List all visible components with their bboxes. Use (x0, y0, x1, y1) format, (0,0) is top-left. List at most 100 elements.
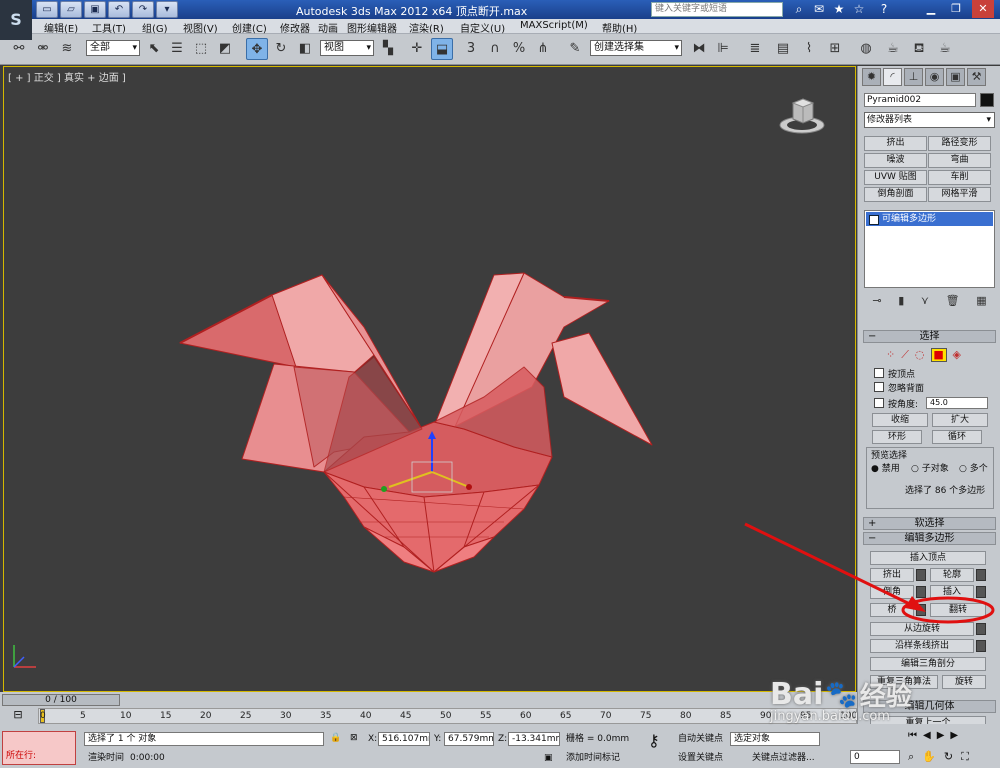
select-by-name-icon[interactable]: ☰ (166, 38, 188, 60)
remove-modifier-icon[interactable]: 🗑 (946, 294, 960, 308)
maximize-viewport-icon[interactable]: ⛶ (961, 750, 969, 764)
binoculars-icon[interactable]: ⌕ (790, 1, 808, 18)
select-and-scale-icon[interactable]: ◧ (294, 38, 316, 60)
outline-button[interactable]: 轮廓 (930, 568, 974, 582)
next-frame-icon[interactable]: ▶ (950, 730, 958, 741)
menu-rendering[interactable]: 渲染(R) (409, 20, 444, 35)
favorites-icon[interactable]: ☆ (850, 1, 868, 18)
preview-disabled-radio[interactable]: ● 禁用 (871, 461, 900, 474)
add-time-tag-button[interactable]: 添加时间标记 (566, 752, 620, 764)
pin-stack-icon[interactable]: ⊸ (872, 294, 881, 308)
element-level-icon[interactable]: ◈ (953, 348, 961, 362)
undo-icon[interactable]: ↶ (108, 1, 130, 18)
key-icon[interactable]: ⚷ (648, 733, 660, 749)
show-end-result-icon[interactable]: ▮ (898, 294, 904, 308)
ignore-backfacing-checkbox[interactable]: 忽略背面 (874, 382, 924, 395)
modifier-button-noise[interactable]: 噪波 (864, 153, 927, 168)
angle-threshold-spinner[interactable]: 45.0 (926, 397, 988, 409)
lock-selection-icon[interactable]: 🔒 (330, 732, 341, 744)
bevel-button[interactable]: 倒角 (870, 585, 914, 599)
curve-editor-icon[interactable]: ⌇ (798, 38, 820, 60)
edit-polygons-rollout-header[interactable]: − 编辑多边形 (863, 532, 996, 545)
pan-icon[interactable]: ✋ (922, 750, 936, 764)
edit-named-selection-icon[interactable]: ✎ (564, 38, 586, 60)
menu-views[interactable]: 视图(V) (183, 20, 218, 35)
current-frame-field[interactable]: 0 (850, 750, 900, 764)
vertex-level-icon[interactable]: ⁘ (886, 348, 895, 362)
orbit-icon[interactable]: ↻ (944, 750, 953, 764)
menu-create[interactable]: 创建(C) (232, 20, 267, 35)
menu-group[interactable]: 组(G) (142, 20, 168, 35)
time-slider[interactable]: 0 / 100 (2, 694, 120, 706)
border-level-icon[interactable]: ◌ (915, 348, 925, 362)
percent-snap-icon[interactable]: % (508, 38, 530, 60)
select-and-rotate-icon[interactable]: ↻ (270, 38, 292, 60)
named-selection-dropdown[interactable]: 创建选择集 (590, 40, 682, 56)
by-angle-checkbox[interactable]: 按角度: (874, 398, 918, 411)
x-coordinate-field[interactable]: 516.107mm (378, 732, 430, 746)
by-vertex-checkbox[interactable]: 按顶点 (874, 368, 915, 381)
viewport-orthographic[interactable]: [ + ] 正交 ] 真实 + 边面 ] (3, 66, 856, 692)
modifier-button-bevel-profile[interactable]: 倒角剖面 (864, 187, 927, 202)
bridge-settings-icon[interactable] (916, 604, 926, 616)
subscription-icon[interactable]: ✉ (810, 1, 828, 18)
quick-access-dropdown-icon[interactable]: ▾ (156, 1, 178, 18)
preview-multi-radio[interactable]: ○ 多个 (959, 461, 988, 474)
object-name-field[interactable]: Pyramid002 (864, 93, 976, 107)
schematic-view-icon[interactable]: ⊞ (824, 38, 846, 60)
menu-customize[interactable]: 自定义(U) (460, 20, 505, 35)
edge-level-icon[interactable]: ⟋ (901, 348, 909, 362)
ring-button[interactable]: 环形 (872, 430, 922, 444)
extrude-along-spline-button[interactable]: 沿样条线挤出 (870, 639, 974, 653)
turn-button[interactable]: 旋转 (942, 675, 986, 689)
shrink-button[interactable]: 收缩 (872, 413, 928, 427)
menu-graph-editors[interactable]: 图形编辑器 (347, 20, 397, 35)
selection-filter-dropdown[interactable]: 全部 (86, 40, 140, 56)
menu-maxscript[interactable]: MAXScript(M) (520, 20, 588, 31)
communication-icon[interactable]: ★ (830, 1, 848, 18)
hinge-from-edge-button[interactable]: 从边旋转 (870, 622, 974, 636)
modifier-button-lathe[interactable]: 车削 (928, 170, 991, 185)
rendered-frame-window-icon[interactable]: ⛾ (908, 38, 930, 60)
display-tab-icon[interactable]: ▣ (946, 68, 965, 86)
y-coordinate-field[interactable]: 67.579mm (444, 732, 494, 746)
outline-settings-icon[interactable] (976, 569, 986, 581)
modifier-button-meshsmooth[interactable]: 网格平滑 (928, 187, 991, 202)
menu-help[interactable]: 帮助(H) (602, 20, 637, 35)
hinge-settings-icon[interactable] (976, 623, 986, 635)
modifier-button-extrude[interactable]: 挤出 (864, 136, 927, 151)
edit-triangulation-button[interactable]: 编辑三角剖分 (870, 657, 986, 671)
link-icon[interactable]: ⚯ (8, 38, 30, 60)
go-to-start-icon[interactable]: ⏮ (908, 730, 917, 741)
menu-animation[interactable]: 动画 (318, 20, 338, 35)
pivot-center-icon[interactable]: ▚ (377, 38, 399, 60)
modifier-button-path-deform[interactable]: 路径变形 (928, 136, 991, 151)
utilities-tab-icon[interactable]: ⚒ (967, 68, 986, 86)
menu-tools[interactable]: 工具(T) (92, 20, 126, 35)
make-unique-icon[interactable]: ⋎ (921, 294, 929, 308)
mirror-icon[interactable]: ⧓ (688, 38, 710, 60)
key-filters-button[interactable]: 关键点过滤器... (752, 752, 815, 764)
hierarchy-tab-icon[interactable]: ⊥ (904, 68, 923, 86)
retriangulate-button[interactable]: 重复三角算法 (870, 675, 938, 689)
flip-button[interactable]: 翻转 (930, 603, 986, 617)
stack-item-editable-poly[interactable]: 可编辑多边形 (866, 212, 993, 226)
menu-edit[interactable]: 编辑(E) (44, 20, 78, 35)
origami-crane-model[interactable] (4, 67, 856, 692)
selection-rollout-header[interactable]: − 选择 (863, 330, 996, 343)
spinner-snap-icon[interactable]: ⋔ (532, 38, 554, 60)
unlink-icon[interactable]: ⚮ (32, 38, 54, 60)
graphite-ribbon-icon[interactable]: ▤ (772, 38, 794, 60)
set-key-button[interactable]: 设置关键点 (678, 752, 723, 764)
render-setup-icon[interactable]: ☕ (882, 38, 904, 60)
redo-icon[interactable]: ↷ (132, 1, 154, 18)
loop-button[interactable]: 循环 (932, 430, 982, 444)
angle-snap-icon[interactable]: ∩ (484, 38, 506, 60)
align-icon[interactable]: ⊫ (712, 38, 734, 60)
create-tab-icon[interactable]: ✹ (862, 68, 881, 86)
grow-button[interactable]: 扩大 (932, 413, 988, 427)
inset-settings-icon[interactable] (976, 586, 986, 598)
polygon-level-icon[interactable]: ■ (930, 348, 947, 362)
snaps-toggle-icon[interactable]: 3 (460, 38, 482, 60)
select-object-icon[interactable]: ⬉ (143, 38, 165, 60)
